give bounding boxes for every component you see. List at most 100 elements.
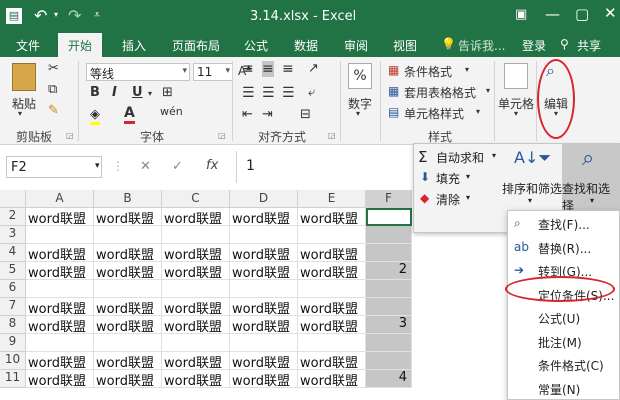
cell-a7[interactable]: word联盟: [26, 298, 94, 316]
fill-color-icon[interactable]: ◈: [90, 107, 100, 125]
cell-f8[interactable]: 3: [366, 316, 412, 334]
cancel-icon[interactable]: ✕: [140, 159, 151, 174]
copy-icon[interactable]: ⧉: [48, 82, 57, 97]
number-dropdown-icon[interactable]: ▾: [356, 109, 360, 118]
tab-formulas[interactable]: 公式: [244, 37, 268, 54]
column-header-e[interactable]: E: [298, 190, 366, 208]
cell-a11[interactable]: word联盟: [26, 370, 94, 388]
cell-f5[interactable]: 2: [366, 262, 412, 280]
row-header[interactable]: 11: [0, 370, 26, 388]
row-header[interactable]: 9: [0, 334, 26, 352]
sort-filter-button[interactable]: 排序和筛选: [502, 180, 562, 197]
cell-c11[interactable]: word联盟: [162, 370, 230, 388]
cell-c5[interactable]: word联盟: [162, 262, 230, 280]
row-header[interactable]: 7: [0, 298, 26, 316]
align-middle-icon[interactable]: ≡: [262, 61, 274, 77]
cell-e3[interactable]: [298, 226, 366, 244]
column-header-a[interactable]: A: [26, 190, 94, 208]
align-center-icon[interactable]: ☰: [262, 85, 275, 101]
increase-indent-icon[interactable]: ⇥: [262, 107, 273, 122]
tab-view[interactable]: 视图: [393, 37, 417, 54]
cell-c4[interactable]: word联盟: [162, 244, 230, 262]
select-all-corner[interactable]: [0, 190, 26, 208]
tab-data[interactable]: 数据: [294, 37, 318, 54]
tab-file[interactable]: 文件: [16, 37, 40, 54]
orientation-icon[interactable]: ↗: [308, 61, 319, 76]
menu-item-5[interactable]: 批注(M): [508, 331, 620, 353]
cell-a6[interactable]: [26, 280, 94, 298]
cell-f11[interactable]: 4: [366, 370, 412, 388]
row-header[interactable]: 5: [0, 262, 26, 280]
cell-c7[interactable]: word联盟: [162, 298, 230, 316]
cells-icon[interactable]: [504, 63, 528, 89]
cell-f10[interactable]: [366, 352, 412, 370]
row-header[interactable]: 8: [0, 316, 26, 334]
clipboard-launcher-icon[interactable]: ◲: [66, 131, 74, 140]
cell-f6[interactable]: [366, 280, 412, 298]
tab-home[interactable]: 开始: [58, 33, 103, 57]
cell-b9[interactable]: [94, 334, 162, 352]
close-icon[interactable]: ✕: [604, 4, 617, 22]
tab-page-layout[interactable]: 页面布局: [172, 37, 220, 54]
table-format-button[interactable]: 套用表格格式: [404, 84, 476, 101]
font-launcher-icon[interactable]: ◲: [218, 131, 226, 140]
cell-d8[interactable]: word联盟: [230, 316, 298, 334]
cell-d5[interactable]: word联盟: [230, 262, 298, 280]
underline-icon[interactable]: U: [132, 85, 143, 100]
format-painter-icon[interactable]: ✎: [48, 103, 59, 118]
cell-a9[interactable]: [26, 334, 94, 352]
row-header[interactable]: 3: [0, 226, 26, 244]
align-left-icon[interactable]: ☰: [242, 85, 255, 101]
menu-item-6[interactable]: 条件格式(C): [508, 354, 620, 376]
cell-f7[interactable]: [366, 298, 412, 316]
cell-e10[interactable]: word联盟: [298, 352, 366, 370]
name-box-dropdown-icon[interactable]: ▾: [95, 161, 100, 171]
align-right-icon[interactable]: ☰: [282, 85, 295, 101]
cell-e4[interactable]: word联盟: [298, 244, 366, 262]
cell-e6[interactable]: [298, 280, 366, 298]
undo-dropdown-icon[interactable]: ▾: [54, 10, 58, 19]
share-button[interactable]: 共享: [577, 37, 601, 54]
cell-b7[interactable]: word联盟: [94, 298, 162, 316]
cell-b6[interactable]: [94, 280, 162, 298]
cell-b10[interactable]: word联盟: [94, 352, 162, 370]
cell-a8[interactable]: word联盟: [26, 316, 94, 334]
cell-d4[interactable]: word联盟: [230, 244, 298, 262]
clear-button[interactable]: 清除: [436, 191, 460, 208]
cell-b11[interactable]: word联盟: [94, 370, 162, 388]
underline-dropdown-icon[interactable]: ▾: [148, 89, 152, 98]
insert-function-icon[interactable]: fx: [206, 158, 218, 173]
number-format-icon[interactable]: %: [348, 63, 372, 89]
merge-center-icon[interactable]: ⊟: [300, 107, 311, 122]
borders-icon[interactable]: ⊞: [162, 85, 173, 100]
cell-f2[interactable]: [366, 208, 412, 226]
column-header-d[interactable]: D: [230, 190, 298, 208]
cut-icon[interactable]: ✂: [48, 61, 59, 76]
menu-item-7[interactable]: 常量(N): [508, 378, 620, 400]
cell-f9[interactable]: [366, 334, 412, 352]
name-box[interactable]: F2: [6, 156, 102, 178]
cell-f3[interactable]: [366, 226, 412, 244]
redo-icon[interactable]: ↷: [68, 6, 81, 25]
cell-b4[interactable]: word联盟: [94, 244, 162, 262]
restore-icon[interactable]: ▢: [575, 5, 589, 23]
cell-e7[interactable]: word联盟: [298, 298, 366, 316]
autosum-button[interactable]: 自动求和: [436, 149, 484, 166]
login-link[interactable]: 登录: [522, 37, 546, 54]
tab-insert[interactable]: 插入: [122, 37, 146, 54]
font-size-combo[interactable]: 11 ▾: [193, 63, 233, 81]
cell-d11[interactable]: word联盟: [230, 370, 298, 388]
cell-a2[interactable]: word联盟: [26, 208, 94, 226]
tab-review[interactable]: 审阅: [344, 37, 368, 54]
cell-d9[interactable]: [230, 334, 298, 352]
cell-a5[interactable]: word联盟: [26, 262, 94, 280]
enter-icon[interactable]: ✓: [172, 159, 183, 174]
minimize-icon[interactable]: —: [545, 5, 560, 23]
cell-d2[interactable]: word联盟: [230, 208, 298, 226]
cell-b3[interactable]: [94, 226, 162, 244]
font-color-icon[interactable]: A: [124, 105, 135, 124]
cell-a10[interactable]: word联盟: [26, 352, 94, 370]
conditional-format-button[interactable]: 条件格式: [404, 63, 452, 80]
bold-icon[interactable]: B: [90, 85, 100, 100]
wrap-text-icon[interactable]: ⤶: [308, 85, 315, 100]
